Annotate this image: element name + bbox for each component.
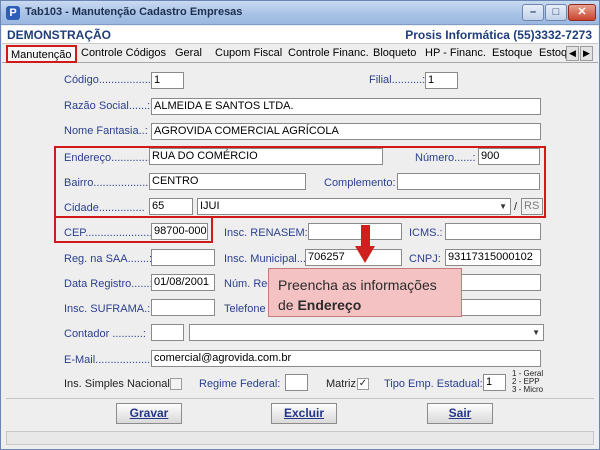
tipo-emp-estadual-label: Tipo Emp. Estadual:: [384, 378, 483, 390]
tipo-option-3: 3 - Micro: [512, 385, 544, 394]
numero-label: Número......:: [415, 152, 476, 164]
close-button[interactable]: ✕: [568, 4, 596, 21]
status-bar: [6, 431, 594, 445]
filial-field[interactable]: 1: [425, 72, 458, 89]
form-panel: Código.................: 1 Filial.......…: [6, 64, 594, 449]
tab-controle-codigos[interactable]: Controle Códigos: [78, 45, 169, 63]
cidade-code-field[interactable]: 65: [149, 198, 193, 215]
contador-select[interactable]: ▼: [189, 324, 544, 341]
razao-social-label: Razão Social......:: [64, 100, 151, 112]
tipo-emp-estadual-field[interactable]: 1: [483, 374, 506, 391]
cep-label: CEP......................: [64, 227, 153, 239]
cep-field[interactable]: 98700-000: [151, 223, 208, 240]
numero-field[interactable]: 900: [478, 148, 540, 165]
regime-federal-field[interactable]: [285, 374, 308, 391]
down-arrow-icon: [355, 246, 375, 263]
chevron-down-icon: ▼: [532, 328, 540, 337]
tab-estoque[interactable]: Estoque: [489, 45, 535, 63]
icms-label: ICMS.:: [409, 227, 443, 239]
tab-bloqueto[interactable]: Bloqueto: [370, 45, 419, 63]
contador-code-field[interactable]: [151, 324, 184, 341]
insc-renasem-label: Insc. RENASEM:: [224, 227, 308, 239]
bairro-label: Bairro.....................: [64, 177, 158, 189]
cidade-label: Cidade...............: [64, 202, 145, 214]
cnpj-field[interactable]: 93117315000102: [445, 249, 541, 266]
tab-hp-financ[interactable]: HP - Financ.: [422, 45, 489, 63]
excluir-button[interactable]: Excluir: [271, 403, 337, 424]
uf-separator: /: [514, 201, 518, 213]
email-field[interactable]: comercial@agrovida.com.br: [151, 350, 541, 367]
callout-text: Preencha as informações de Endereço: [278, 275, 437, 315]
cidade-select[interactable]: IJUI ▼: [197, 198, 511, 215]
telefone-label: Telefone: [224, 303, 266, 315]
regime-federal-label: Regime Federal:: [199, 378, 281, 390]
endereco-label: Endereço...............: [64, 152, 157, 164]
tab-estoq-truncated[interactable]: Estoq: [536, 45, 566, 63]
tab-bar: Manutenção Controle Códigos Geral Cupom …: [2, 44, 598, 63]
complemento-field[interactable]: [397, 173, 540, 190]
uf-field: RS: [521, 198, 543, 215]
reg-saa-field[interactable]: [151, 249, 215, 266]
nome-fantasia-label: Nome Fantasia..:: [64, 125, 148, 137]
email-label: E-Mail...................:: [64, 354, 157, 366]
window-title: Tab103 - Manutenção Cadastro Empresas: [25, 6, 243, 18]
data-registro-field[interactable]: 01/08/2001: [151, 274, 215, 291]
maximize-button[interactable]: □: [545, 4, 567, 21]
company-name: DEMONSTRAÇÃO: [7, 28, 111, 42]
insc-suframa-label: Insc. SUFRAMA.:: [64, 303, 151, 315]
app-icon: P: [6, 6, 20, 20]
header-band: DEMONSTRAÇÃO Prosis Informática (55)3332…: [2, 26, 598, 44]
insc-renasem-field[interactable]: [308, 223, 402, 240]
bairro-field[interactable]: CENTRO: [149, 173, 306, 190]
tab-geral[interactable]: Geral: [172, 45, 205, 63]
endereco-field[interactable]: RUA DO COMÉRCIO: [149, 148, 383, 165]
simples-checkbox[interactable]: [170, 378, 182, 390]
callout-arrow-shaft: [361, 225, 370, 247]
chevron-down-icon: ▼: [499, 202, 507, 211]
num-reg-label: Núm. Reg: [224, 278, 274, 290]
callout-line-2-prefix: de: [278, 297, 298, 313]
cnpj-label: CNPJ:: [409, 253, 441, 265]
minimize-button[interactable]: –: [522, 4, 544, 21]
filial-label: Filial..........:: [369, 74, 426, 86]
simples-label: Ins. Simples Nacional: [64, 378, 170, 390]
matriz-label: Matriz: [326, 378, 356, 390]
matriz-checkbox[interactable]: ✓: [357, 378, 369, 390]
callout-line-1: Preencha as informações: [278, 277, 437, 293]
insc-suframa-field[interactable]: [151, 299, 215, 316]
nome-fantasia-field[interactable]: AGROVIDA COMERCIAL AGRÍCOLA: [151, 123, 541, 140]
tab-scroll-right-icon[interactable]: ▶: [580, 46, 593, 61]
title-bar: P Tab103 - Manutenção Cadastro Empresas …: [1, 1, 599, 25]
sair-button[interactable]: Sair: [427, 403, 493, 424]
insc-municipal-label: Insc. Municipal...:: [224, 253, 309, 265]
tipo-emp-options: 1 - Geral 2 - EPP 3 - Micro: [512, 370, 543, 394]
complemento-label: Complemento:: [324, 177, 396, 189]
codigo-label: Código.................:: [64, 74, 154, 86]
callout-line-2: de Endereço: [278, 295, 437, 315]
contador-label: Contador ..........:: [64, 328, 146, 340]
main-window: P Tab103 - Manutenção Cadastro Empresas …: [0, 0, 600, 450]
icms-field[interactable]: [445, 223, 541, 240]
insc-municipal-field[interactable]: 706257: [305, 249, 402, 266]
gravar-button[interactable]: Gravar: [116, 403, 182, 424]
razao-social-field[interactable]: ALMEIDA E SANTOS LTDA.: [151, 98, 541, 115]
reg-saa-label: Reg. na SAA.......:: [64, 253, 153, 265]
tab-manutencao[interactable]: Manutenção: [6, 45, 77, 63]
vendor-info: Prosis Informática (55)3332-7273: [405, 28, 592, 42]
cidade-name: IJUI: [200, 200, 220, 212]
tab-controle-financ[interactable]: Controle Financ.: [285, 45, 372, 63]
tab-cupom-fiscal[interactable]: Cupom Fiscal: [212, 45, 285, 63]
tab-scroll-left-icon[interactable]: ◀: [566, 46, 579, 61]
data-registro-label: Data Registro......:: [64, 278, 153, 290]
instruction-callout: Preencha as informações de Endereço: [268, 268, 462, 317]
callout-line-2-bold: Endereço: [297, 297, 362, 313]
codigo-field[interactable]: 1: [151, 72, 184, 89]
